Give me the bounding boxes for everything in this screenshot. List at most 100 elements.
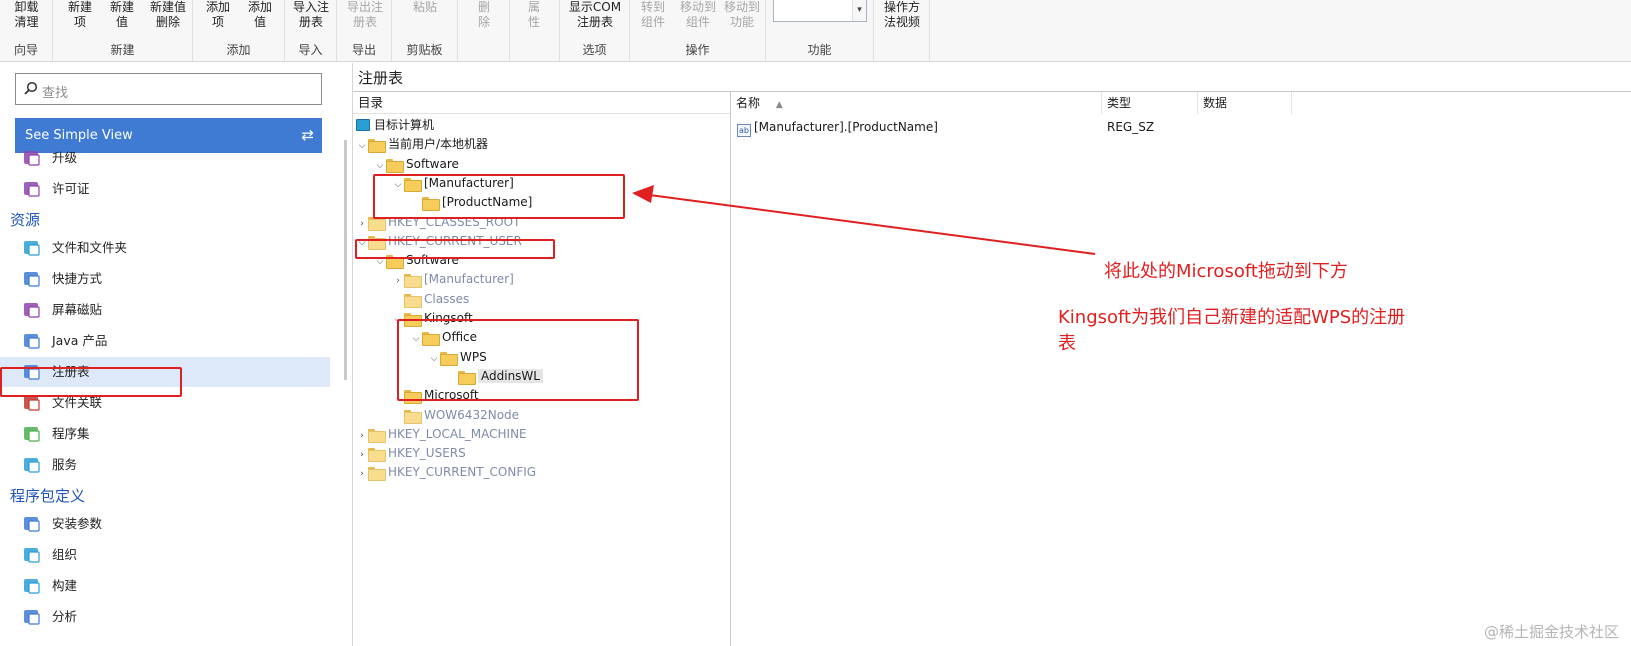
ribbon-button-9-1[interactable]: 移动到 组件 bbox=[676, 0, 720, 30]
tree-node[interactable]: [ProductName] bbox=[410, 193, 532, 212]
sidebar-item[interactable]: 程序集 bbox=[0, 419, 330, 449]
chevron-down-icon[interactable]: ⌵ bbox=[410, 330, 422, 349]
sidebar-item[interactable]: 组织 bbox=[0, 540, 330, 570]
column-header-name[interactable]: 名称 ▲ bbox=[731, 92, 1102, 114]
sidebar-item[interactable]: 文件关联 bbox=[0, 388, 330, 418]
sidebar-item[interactable]: 注册表 bbox=[0, 357, 330, 387]
sidebar-item-label: 屏幕磁贴 bbox=[52, 302, 103, 317]
sidebar-item[interactable]: 分析 bbox=[0, 602, 330, 632]
chevron-right-icon[interactable]: › bbox=[356, 446, 368, 465]
ribbon-group-11: 操作方 法视频 bbox=[874, 0, 930, 62]
ribbon-button-1-0[interactable]: 新建 项 bbox=[61, 0, 99, 30]
ribbon-group-label: 导入 bbox=[298, 43, 323, 57]
value-row-name[interactable]: ab [Manufacturer].[ProductName] bbox=[737, 117, 938, 137]
tree-node[interactable]: › HKEY_LOCAL_MACHINE bbox=[356, 425, 527, 444]
sidebar-item[interactable]: Java 产品 bbox=[0, 326, 330, 356]
build-bricks-icon bbox=[24, 579, 40, 594]
tree-node[interactable]: ⌵ Software bbox=[374, 251, 459, 270]
tree-node[interactable]: › HKEY_CURRENT_CONFIG bbox=[356, 463, 536, 482]
chevron-right-icon[interactable]: › bbox=[356, 215, 368, 234]
tree-node[interactable]: ⌵ 当前用户/本地机器 bbox=[356, 135, 488, 154]
sidebar-item[interactable]: 文件和文件夹 bbox=[0, 233, 330, 263]
ribbon-group-5: 粘贴 剪贴板 bbox=[392, 0, 458, 62]
chevron-down-icon[interactable]: ⌵ bbox=[374, 157, 386, 176]
chevron-right-icon[interactable]: › bbox=[392, 272, 404, 291]
folder-icon bbox=[422, 196, 440, 212]
install-params-icon bbox=[24, 517, 40, 532]
tree-node[interactable]: Classes bbox=[392, 290, 469, 309]
ribbon-button-1-2[interactable]: 新建值 删除 bbox=[145, 0, 191, 30]
computer-icon bbox=[356, 119, 370, 131]
tree-node[interactable]: ⌵ Office bbox=[410, 328, 477, 347]
sidebar-item[interactable]: 升级 bbox=[0, 143, 330, 173]
tree-node[interactable]: › HKEY_USERS bbox=[356, 444, 466, 463]
registry-tree-pane: 目录 目标计算机 ⌵ 当前用户/本地机器 ⌵ Software ⌵ [Manufacture… bbox=[353, 91, 731, 646]
tree-node-label: [Manufacturer] bbox=[424, 175, 514, 190]
annotation-arrow bbox=[632, 185, 1096, 255]
ribbon-group-7: 属 性 bbox=[510, 0, 560, 62]
ribbon-button-0-0[interactable]: 卸载 清理 bbox=[0, 0, 53, 30]
folder-icon bbox=[404, 293, 422, 308]
sidebar-item-label: 分析 bbox=[52, 609, 78, 624]
ribbon-button-3-0[interactable]: 导入注 册表 bbox=[287, 0, 335, 30]
tree-node-label: Software bbox=[406, 156, 459, 171]
tree-node[interactable]: ⌵ [Manufacturer] bbox=[392, 174, 514, 193]
chevron-down-icon[interactable]: ⌵ bbox=[428, 350, 440, 369]
feature-combobox[interactable]: ▾ bbox=[773, 0, 867, 22]
chevron-right-icon[interactable]: › bbox=[392, 388, 404, 407]
ribbon-button-9-2[interactable]: 移动到 功能 bbox=[720, 0, 764, 30]
tree-node[interactable]: › Microsoft bbox=[392, 386, 479, 405]
sidebar-scrollbar[interactable] bbox=[344, 140, 347, 380]
tree-node[interactable]: ⌵ Software bbox=[374, 155, 459, 174]
tree-node[interactable]: › HKEY_CLASSES_ROOT bbox=[356, 213, 520, 232]
chevron-right-icon[interactable]: › bbox=[356, 465, 368, 484]
ribbon-group-label: 新建 bbox=[110, 43, 135, 57]
folder-icon bbox=[368, 216, 386, 231]
chevron-down-icon[interactable]: ⌵ bbox=[374, 253, 386, 272]
tree-node-label: AddinsWL bbox=[478, 368, 543, 383]
folder-icon bbox=[368, 466, 386, 482]
column-header-data[interactable]: 数据 bbox=[1198, 92, 1292, 114]
chevron-right-icon[interactable]: › bbox=[356, 427, 368, 446]
sidebar-item[interactable]: 屏幕磁贴 bbox=[0, 295, 330, 325]
ribbon-button-2-0[interactable]: 添加 项 bbox=[199, 0, 237, 30]
sidebar-item[interactable]: 安装参数 bbox=[0, 509, 330, 539]
ribbon-button-9-0[interactable]: 转到 组件 bbox=[634, 0, 672, 30]
chevron-down-icon[interactable]: ⌵ bbox=[356, 137, 368, 156]
chevron-down-icon[interactable]: ⌵ bbox=[356, 234, 368, 253]
shortcut-arrow-icon bbox=[24, 272, 40, 287]
ribbon-button-1-1[interactable]: 新建 值 bbox=[103, 0, 141, 30]
tree-node-label: WPS bbox=[460, 349, 487, 364]
folder-icon bbox=[368, 235, 386, 250]
ribbon-button-4-0[interactable]: 导出注 册表 bbox=[341, 0, 389, 30]
tree-node[interactable]: › [Manufacturer] bbox=[392, 270, 514, 289]
sidebar-item[interactable]: 快捷方式 bbox=[0, 264, 330, 294]
column-header-name-label: 名称 bbox=[736, 96, 761, 110]
tree-node[interactable]: WOW6432Node bbox=[392, 406, 519, 425]
ribbon-button-6-0[interactable]: 删 除 bbox=[468, 0, 500, 30]
chevron-down-icon[interactable]: ⌵ bbox=[392, 176, 404, 195]
search-input[interactable]: 查找 bbox=[15, 73, 322, 105]
ribbon-button-7-0[interactable]: 属 性 bbox=[518, 0, 550, 30]
ribbon-button-11-0[interactable]: 操作方 法视频 bbox=[878, 0, 926, 30]
ribbon-button-5-0[interactable]: 粘贴 bbox=[398, 0, 452, 15]
chevron-down-icon[interactable]: ⌵ bbox=[392, 311, 404, 330]
sidebar-item-label: 升级 bbox=[52, 150, 78, 165]
ribbon-button-8-0[interactable]: 显示COM 注册表 bbox=[564, 0, 626, 30]
ribbon-group-label: 剪贴板 bbox=[406, 43, 443, 57]
watermark: @稀土掘金技术社区 bbox=[1483, 623, 1619, 641]
ribbon-group-6: 删 除 bbox=[458, 0, 510, 62]
column-header-type[interactable]: 类型 bbox=[1102, 92, 1198, 114]
sidebar-item[interactable]: 服务 bbox=[0, 450, 330, 480]
sidebar-item[interactable]: 构建 bbox=[0, 571, 330, 601]
service-gear-icon bbox=[24, 458, 40, 473]
tree-node-root[interactable]: 目标计算机 bbox=[356, 116, 434, 135]
tree-node[interactable]: AddinsWL bbox=[446, 367, 543, 386]
ribbon-button-2-1[interactable]: 添加 值 bbox=[241, 0, 279, 30]
tree-node[interactable]: ⌵ Kingsoft bbox=[392, 309, 473, 328]
tree-node[interactable]: ⌵ HKEY_CURRENT_USER bbox=[356, 232, 522, 251]
sidebar-item[interactable]: 许可证 bbox=[0, 174, 330, 204]
value-list-pane: 名称 ▲ 类型 数据 ab [Manufacturer].[ProductName… bbox=[731, 91, 1631, 646]
tree-node[interactable]: ⌵ WPS bbox=[428, 348, 487, 367]
sidebar-item-label: 构建 bbox=[52, 578, 78, 593]
